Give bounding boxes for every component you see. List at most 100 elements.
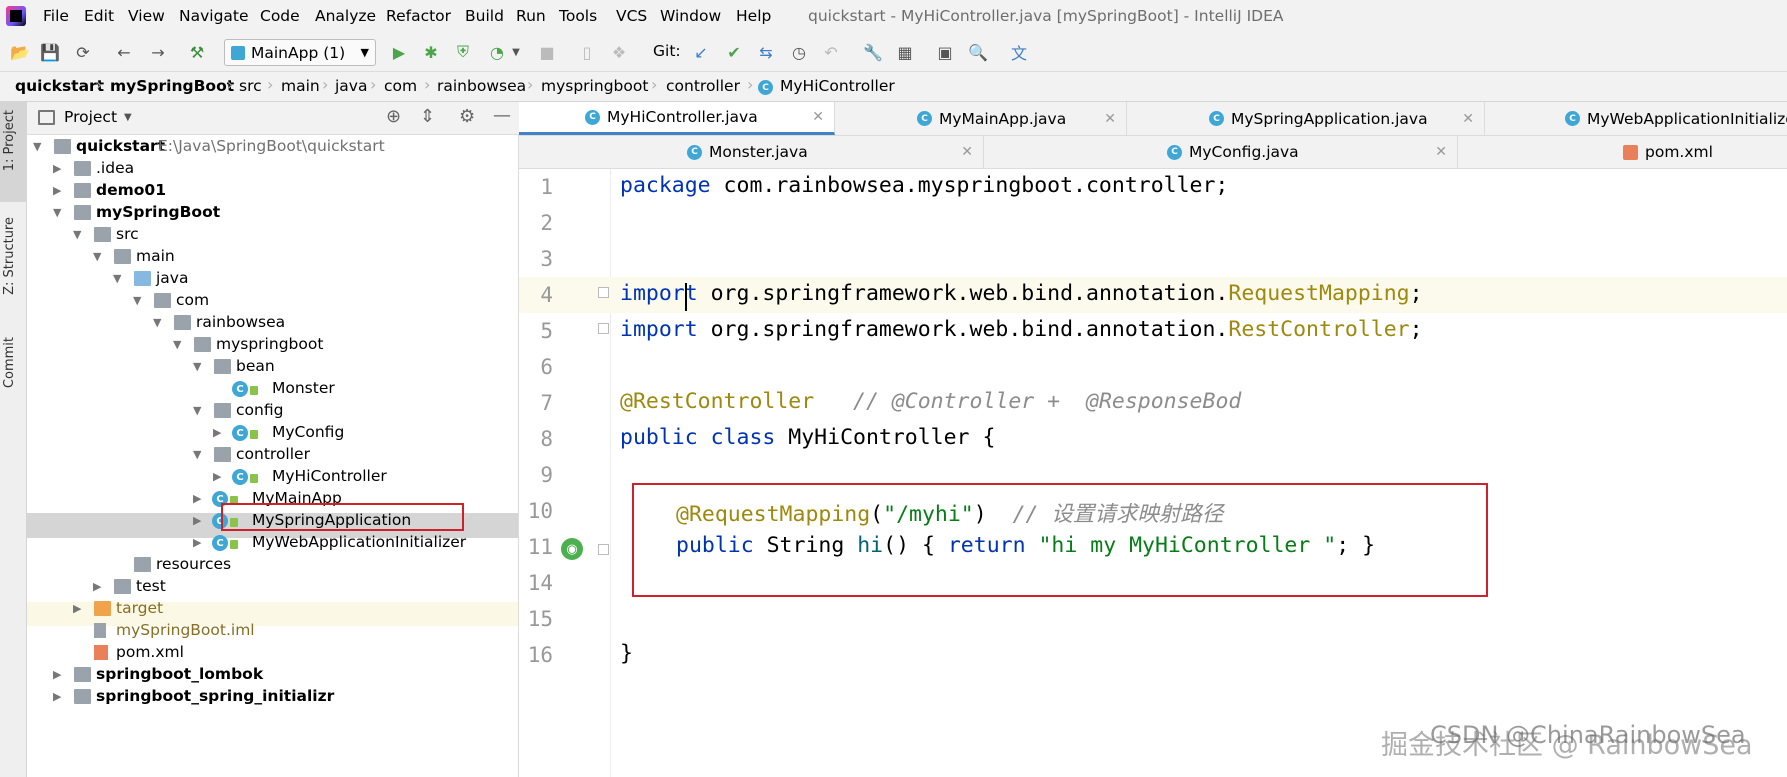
menu-refactor[interactable]: Refactor bbox=[386, 7, 451, 25]
line-number: 8 bbox=[540, 427, 553, 451]
forward-arrow-icon[interactable]: → bbox=[147, 41, 169, 63]
search-icon[interactable]: 🔍 bbox=[967, 41, 989, 63]
back-arrow-icon[interactable]: ← bbox=[113, 41, 135, 63]
breadcrumb-item[interactable]: myspringboot bbox=[541, 77, 648, 95]
main-toolbar: 📂 💾 ⟳ ← → ⚒ MainApp (1) ▼ ▶ ✱ ⛨ ◔ ▼ ■ ▯ … bbox=[0, 33, 1787, 72]
rollback-icon[interactable]: ↶ bbox=[820, 41, 842, 63]
breadcrumb-item[interactable]: src bbox=[239, 77, 262, 95]
highlight-box-tree bbox=[221, 503, 464, 531]
class-icon: C bbox=[1209, 111, 1224, 126]
tab-mywebapplicationinitializer[interactable]: C MyWebApplicationInitializer.j bbox=[1485, 102, 1787, 135]
tab-myconfig[interactable]: C MyConfig.java ✕ bbox=[984, 136, 1458, 168]
git-commit-check-icon[interactable]: ✔ bbox=[723, 41, 745, 63]
breadcrumb-item[interactable]: controller bbox=[666, 77, 740, 95]
breadcrumb-item[interactable]: MyHiController bbox=[780, 77, 895, 95]
tree-node-springboot-spring-initializr[interactable]: ▶ springboot_spring_initializr bbox=[27, 685, 518, 710]
menu-code[interactable]: Code bbox=[260, 7, 300, 25]
open-folder-icon[interactable]: 📂 bbox=[9, 41, 31, 63]
line-number: 15 bbox=[527, 607, 553, 631]
tab-monster[interactable]: C Monster.java ✕ bbox=[519, 136, 984, 168]
run-icon[interactable]: ▶ bbox=[388, 41, 410, 63]
line-number: 2 bbox=[540, 211, 553, 235]
commit-tool-tab[interactable]: Commit bbox=[2, 337, 17, 388]
breadcrumb-item[interactable]: rainbowsea bbox=[437, 77, 526, 95]
highlight-box-code bbox=[632, 483, 1488, 597]
structure-tool-tab[interactable]: Z: Structure bbox=[2, 217, 17, 295]
menu-analyze[interactable]: Analyze bbox=[315, 7, 376, 25]
tab-pom-xml[interactable]: pom.xml bbox=[1458, 136, 1787, 168]
menu-window[interactable]: Window bbox=[660, 7, 721, 25]
class-icon: C bbox=[1167, 144, 1182, 160]
build-hammer-icon[interactable]: ⚒ bbox=[186, 41, 208, 63]
close-icon[interactable]: ✕ bbox=[812, 109, 824, 125]
code-line-7: @RestController // @Controller + @Respon… bbox=[620, 389, 1242, 414]
attach-debugger-icon[interactable]: ▯ bbox=[576, 41, 598, 63]
code-line-5: import org.springframework.web.bind.anno… bbox=[620, 317, 1423, 342]
menu-navigate[interactable]: Navigate bbox=[179, 7, 249, 25]
save-icon[interactable]: 💾 bbox=[39, 41, 61, 63]
fold-marker-icon[interactable] bbox=[598, 287, 609, 298]
close-icon[interactable]: ✕ bbox=[1462, 111, 1474, 127]
class-icon: C bbox=[1565, 111, 1580, 126]
project-tool-tab[interactable]: 1: Project bbox=[2, 110, 17, 171]
menu-file[interactable]: File bbox=[43, 7, 69, 25]
fold-marker-icon[interactable] bbox=[598, 323, 609, 334]
code-line-4: import org.springframework.web.bind.anno… bbox=[620, 281, 1423, 306]
menu-help[interactable]: Help bbox=[736, 7, 771, 25]
git-compare-icon[interactable]: ⇆ bbox=[755, 41, 777, 63]
breadcrumb-item[interactable]: java bbox=[335, 77, 367, 95]
minimize-icon[interactable]: — bbox=[493, 105, 511, 126]
breadcrumb-item[interactable]: main bbox=[281, 77, 320, 95]
coverage-shield-icon[interactable]: ⛨ bbox=[452, 41, 474, 63]
code-line-1: package com.rainbowsea.myspringboot.cont… bbox=[620, 173, 1229, 198]
project-panel-title[interactable]: Project bbox=[64, 108, 117, 126]
project-structure-icon[interactable]: ▦ bbox=[894, 41, 916, 63]
git-update-icon[interactable]: ↙ bbox=[690, 41, 712, 63]
menu-bar: File Edit View Navigate Code Analyze Ref… bbox=[0, 0, 1787, 33]
java-run-config-icon bbox=[231, 45, 245, 60]
git-label: Git: bbox=[653, 42, 681, 60]
menu-edit[interactable]: Edit bbox=[84, 7, 114, 25]
settings-wrench-icon[interactable]: 🔧 bbox=[862, 41, 884, 63]
locate-target-icon[interactable]: ⊕ bbox=[386, 106, 401, 127]
breadcrumb-item[interactable]: mySpringBoot bbox=[110, 77, 234, 95]
class-icon: C bbox=[917, 111, 932, 126]
chevron-down-icon[interactable]: ▼ bbox=[124, 112, 132, 123]
profile-dropdown-icon[interactable]: ▼ bbox=[505, 41, 527, 63]
terminal-icon[interactable]: ▣ bbox=[934, 41, 956, 63]
editor-tabs-row-1: C MyHiController.java ✕ C MyMainApp.java ✕ C… bbox=[519, 102, 1787, 136]
class-icon: C bbox=[758, 80, 773, 95]
close-icon[interactable]: ✕ bbox=[961, 144, 973, 160]
stop-icon[interactable]: ■ bbox=[536, 41, 558, 63]
fold-marker-icon[interactable] bbox=[598, 544, 609, 555]
tab-myhicontroller[interactable]: C MyHiController.java ✕ bbox=[519, 102, 835, 135]
line-number: 5 bbox=[540, 319, 553, 343]
gear-icon[interactable]: ⚙ bbox=[459, 106, 475, 127]
run-configuration-select[interactable]: MainApp (1) ▼ bbox=[224, 39, 376, 66]
menu-vcs[interactable]: VCS bbox=[616, 7, 647, 25]
tab-myspringapplication[interactable]: C MySpringApplication.java ✕ bbox=[1127, 102, 1485, 135]
tab-mymainapp[interactable]: C MyMainApp.java ✕ bbox=[835, 102, 1127, 135]
spring-bean-gutter-icon[interactable]: ◉ bbox=[561, 538, 583, 560]
breadcrumb-item[interactable]: quickstart bbox=[15, 77, 104, 95]
breadcrumb-item[interactable]: com bbox=[384, 77, 417, 95]
editor-tabs-row-2: C Monster.java ✕ C MyConfig.java ✕ pom.xml bbox=[519, 136, 1787, 169]
text-caret bbox=[685, 283, 687, 311]
history-clock-icon[interactable]: ◷ bbox=[788, 41, 810, 63]
menu-build[interactable]: Build bbox=[465, 7, 504, 25]
collapse-all-icon[interactable]: ⇕ bbox=[420, 106, 435, 127]
translate-icon[interactable]: 文 bbox=[1008, 41, 1030, 63]
sync-icon[interactable]: ⟳ bbox=[72, 41, 94, 63]
close-icon[interactable]: ✕ bbox=[1435, 144, 1447, 160]
breadcrumb: quickstart › mySpringBoot › src › main ›… bbox=[0, 72, 1787, 102]
debug-bug-icon[interactable]: ✱ bbox=[420, 41, 442, 63]
code-editor[interactable]: package com.rainbowsea.myspringboot.cont… bbox=[611, 169, 1787, 777]
line-number: 10 bbox=[527, 499, 553, 523]
class-icon: C bbox=[687, 144, 702, 160]
line-number: 11 bbox=[527, 535, 553, 559]
close-icon[interactable]: ✕ bbox=[1104, 111, 1116, 127]
modules-icon[interactable]: ❖ bbox=[608, 41, 630, 63]
menu-view[interactable]: View bbox=[128, 7, 165, 25]
menu-run[interactable]: Run bbox=[516, 7, 546, 25]
menu-tools[interactable]: Tools bbox=[559, 7, 597, 25]
